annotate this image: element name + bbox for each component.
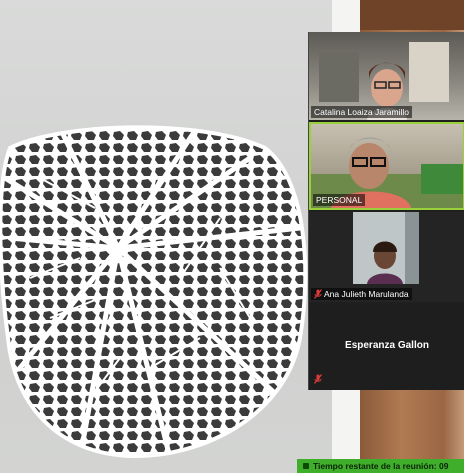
meeting-time-remaining-bar: Tiempo restante de la reunión: 09 — [297, 459, 464, 473]
participant-video-panel: Catalina Loaiza Jaramillo PERSONAL Ana J… — [308, 32, 464, 390]
participant-tile[interactable]: Ana Julieth Marulanda — [309, 212, 464, 302]
participant-name: Catalina Loaiza Jaramillo — [311, 106, 412, 118]
participant-name: PERSONAL — [313, 194, 366, 206]
participant-name-tag: Ana Julieth Marulanda — [311, 288, 412, 300]
leaf-skeleton-image — [0, 125, 308, 459]
participant-name: Esperanza Gallon — [345, 340, 429, 351]
timer-value: 09 — [438, 461, 449, 471]
muted-mic-icon — [314, 374, 322, 384]
participant-tile-video-off[interactable]: Esperanza Gallon — [309, 304, 464, 390]
participant-name: Ana Julieth Marulanda — [324, 289, 409, 299]
muted-mic-icon — [314, 289, 322, 299]
screen-background-wood-top — [360, 0, 464, 30]
timer-label: Tiempo restante de la reunión: — [313, 461, 437, 471]
timer-icon — [303, 463, 309, 469]
participant-tile-active-speaker[interactable]: PERSONAL — [309, 122, 464, 210]
participant-tile[interactable]: Catalina Loaiza Jaramillo — [309, 32, 464, 120]
